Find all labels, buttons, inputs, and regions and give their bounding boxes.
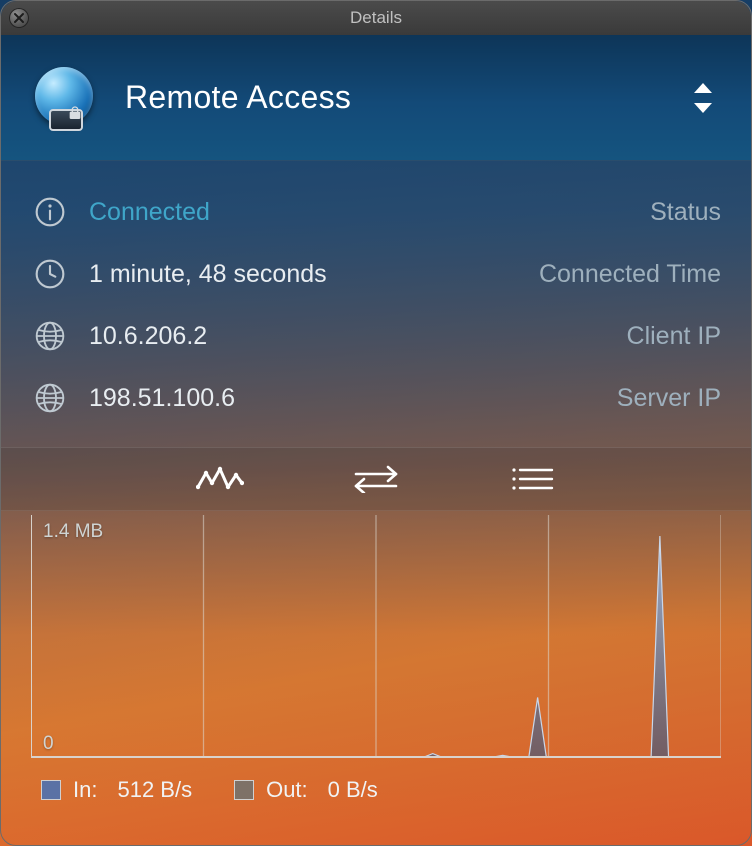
row-server-ip: 198.51.100.6 Server IP (31, 367, 721, 429)
legend-in-value: 512 B/s (117, 777, 192, 803)
close-icon (13, 12, 25, 24)
app-title: Remote Access (125, 79, 351, 116)
time-label: Connected Time (539, 260, 721, 289)
globe-outline-icon (31, 317, 69, 355)
legend: In: 512 B/s Out: 0 B/s (1, 761, 751, 823)
header-banner: Remote Access (1, 35, 751, 161)
info-grid: Connected Status 1 minute, 48 seconds Co… (1, 161, 751, 447)
legend-out-swatch (234, 780, 254, 800)
clock-icon (31, 255, 69, 293)
status-label: Status (650, 198, 721, 227)
list-icon (508, 465, 556, 493)
server-ip-value: 198.51.100.6 (89, 384, 617, 413)
legend-in: In: 512 B/s (41, 777, 192, 803)
legend-out: Out: 0 B/s (234, 777, 378, 803)
tab-strip (1, 447, 751, 511)
legend-in-label: In: (73, 777, 97, 803)
titlebar: Details (1, 1, 751, 35)
client-ip-value: 10.6.206.2 (89, 322, 627, 351)
row-status: Connected Status (31, 181, 721, 243)
tab-transfer[interactable] (348, 457, 404, 501)
tab-list[interactable] (504, 457, 560, 501)
y-max-label: 1.4 MB (43, 521, 103, 543)
row-client-ip: 10.6.206.2 Client IP (31, 305, 721, 367)
transfer-arrows-icon (352, 465, 400, 493)
app-icon (35, 67, 97, 129)
tab-activity[interactable] (192, 457, 248, 501)
window-title: Details (350, 8, 402, 28)
legend-in-swatch (41, 780, 61, 800)
traffic-chart: 1.4 MB 0 (31, 511, 721, 761)
chevron-up-icon (694, 83, 712, 93)
chevron-down-icon (694, 103, 712, 113)
row-connected-time: 1 minute, 48 seconds Connected Time (31, 243, 721, 305)
y-min-label: 0 (43, 733, 54, 755)
legend-out-value: 0 B/s (328, 777, 378, 803)
time-value: 1 minute, 48 seconds (89, 260, 539, 289)
service-stepper[interactable] (691, 78, 715, 118)
status-value: Connected (89, 198, 650, 227)
legend-out-label: Out: (266, 777, 308, 803)
globe-outline-icon (31, 379, 69, 417)
window-close-button[interactable] (9, 8, 29, 28)
info-icon (31, 193, 69, 231)
lock-icon (67, 105, 83, 121)
activity-icon (196, 465, 244, 493)
server-ip-label: Server IP (617, 384, 721, 413)
chart-svg (31, 511, 721, 761)
client-ip-label: Client IP (627, 322, 721, 351)
